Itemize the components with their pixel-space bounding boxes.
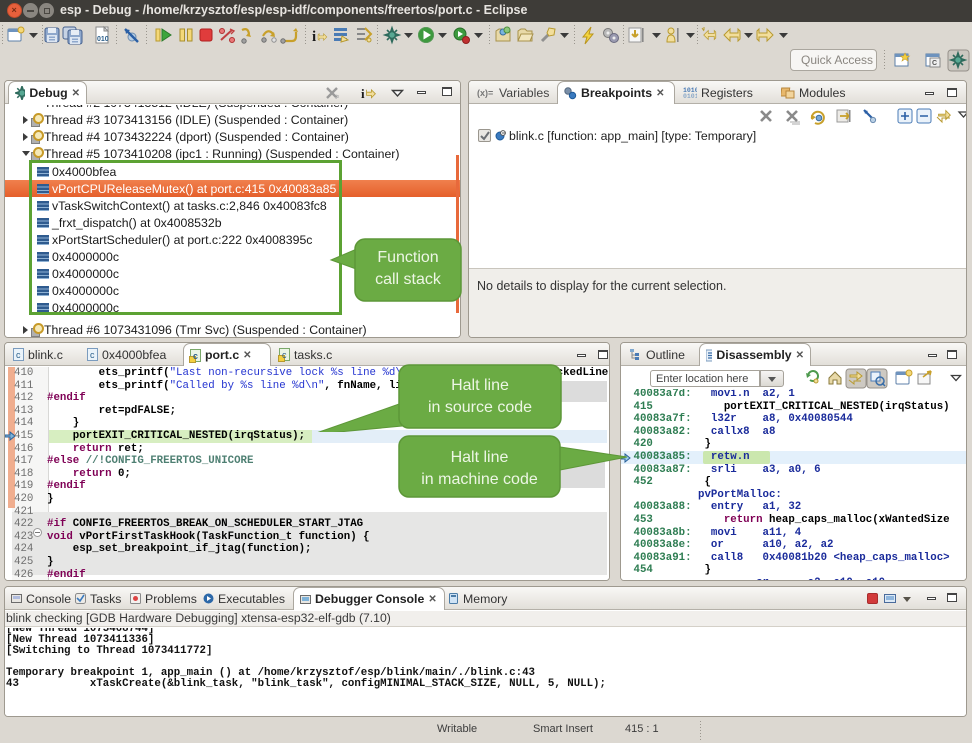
svg-text:C: C xyxy=(932,60,937,67)
svg-text:(x)=: (x)= xyxy=(477,88,493,98)
svg-text:010: 010 xyxy=(97,36,109,43)
svg-text:0101: 0101 xyxy=(683,93,697,99)
svg-text:i: i xyxy=(312,29,316,45)
svg-text:i: i xyxy=(361,86,365,101)
